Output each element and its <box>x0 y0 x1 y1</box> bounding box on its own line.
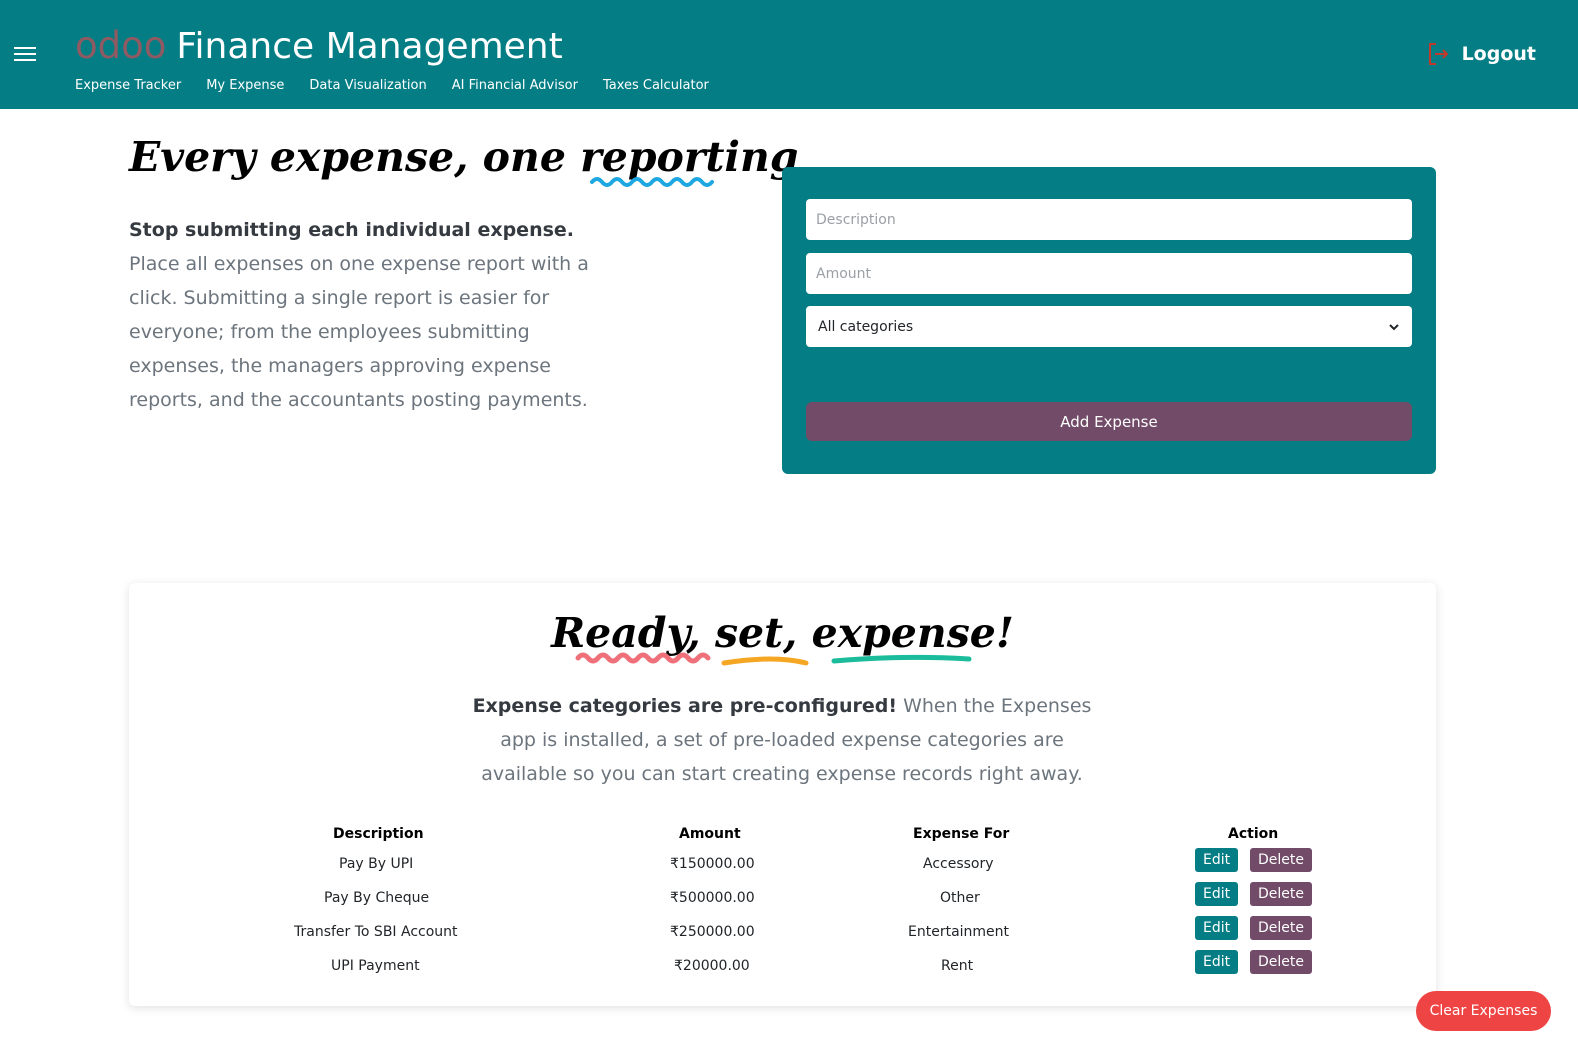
cell-amount: ₹250000.00 <box>670 924 755 940</box>
app-title: Finance Management <box>176 26 563 67</box>
cell-expense-for: Other <box>940 890 980 906</box>
cell-description: Transfer To SBI Account <box>294 924 458 940</box>
cell-amount: ₹150000.00 <box>670 856 755 872</box>
delete-button[interactable]: Delete <box>1250 916 1312 940</box>
amount-input[interactable] <box>806 253 1412 294</box>
cell-amount: ₹20000.00 <box>674 958 750 974</box>
edit-button[interactable]: Edit <box>1195 916 1239 940</box>
expenses-panel: Ready, set, expense! Expense categories … <box>129 583 1436 1006</box>
th-expense-for: Expense For <box>913 826 1010 842</box>
cell-description: Pay By UPI <box>339 856 414 872</box>
chevron-down-icon <box>1389 323 1399 330</box>
nav-expense-tracker[interactable]: Expense Tracker <box>75 78 181 93</box>
edit-button[interactable]: Edit <box>1195 848 1239 872</box>
nav-ai-financial-advisor[interactable]: AI Financial Advisor <box>452 78 578 93</box>
odoo-logo: odoo <box>75 24 167 67</box>
main-nav: Expense Tracker My Expense Data Visualizat… <box>75 74 734 94</box>
description-input[interactable] <box>806 199 1412 240</box>
cell-expense-for: Accessory <box>923 856 994 872</box>
nav-taxes-calculator[interactable]: Taxes Calculator <box>603 78 709 93</box>
delete-button[interactable]: Delete <box>1250 882 1312 906</box>
hero-title: Every expense, one reporting <box>129 133 799 181</box>
add-expense-form: All categories Add Expense <box>782 167 1436 474</box>
cell-expense-for: Entertainment <box>908 924 1010 940</box>
edit-button[interactable]: Edit <box>1195 950 1239 974</box>
cell-description: Pay By Cheque <box>324 890 430 906</box>
hero-lead-bold: Stop submitting each individual expense. <box>129 219 575 241</box>
th-description: Description <box>333 826 424 842</box>
panel-underline-decoration <box>575 652 972 666</box>
brand[interactable]: odoo Finance Management <box>75 24 563 70</box>
add-expense-button[interactable]: Add Expense <box>806 402 1412 441</box>
nav-my-expense[interactable]: My Expense <box>206 78 284 93</box>
panel-text-bold: Expense categories are pre-configured! <box>472 695 898 717</box>
nav-data-visualization[interactable]: Data Visualization <box>309 78 426 93</box>
logout-label: Logout <box>1461 43 1536 65</box>
delete-button[interactable]: Delete <box>1250 950 1312 974</box>
hero-underline-decoration <box>590 177 714 187</box>
edit-button[interactable]: Edit <box>1195 882 1239 906</box>
th-amount: Amount <box>679 826 741 842</box>
cell-amount: ₹500000.00 <box>670 890 755 906</box>
clear-expenses-button[interactable]: Clear Expenses <box>1416 991 1551 1031</box>
logout-button[interactable]: Logout <box>1426 40 1536 68</box>
cell-description: UPI Payment <box>331 958 420 974</box>
logout-icon <box>1428 43 1448 65</box>
category-select-value: All categories <box>818 318 914 335</box>
category-select[interactable]: All categories <box>806 306 1412 347</box>
hero-description: Stop submitting each individual expense.… <box>129 213 629 417</box>
hero-lead-rest: Place all expenses on one expense report… <box>129 253 589 411</box>
menu-icon[interactable] <box>14 44 36 64</box>
panel-description: Expense categories are pre-configured! W… <box>464 689 1100 791</box>
delete-button[interactable]: Delete <box>1250 848 1312 872</box>
top-navbar: odoo Finance Management Expense Tracker My… <box>0 0 1578 109</box>
th-action: Action <box>1228 826 1279 842</box>
cell-expense-for: Rent <box>941 958 974 974</box>
